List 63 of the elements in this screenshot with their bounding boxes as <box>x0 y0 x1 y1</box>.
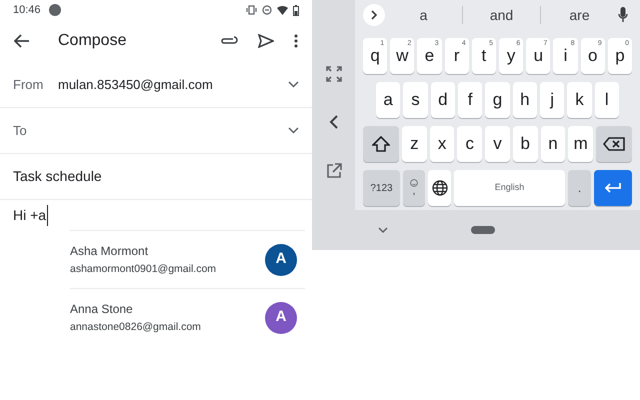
smiley-icon <box>410 179 418 187</box>
back-arrow-icon[interactable] <box>14 34 30 48</box>
chevron-down-icon[interactable] <box>378 226 388 234</box>
key[interactable]: d <box>430 82 455 118</box>
battery-icon <box>293 4 299 16</box>
key[interactable]: k <box>567 82 592 118</box>
paperclip-icon[interactable] <box>220 36 238 46</box>
shift-key[interactable] <box>363 126 399 162</box>
field-label: To <box>13 122 28 140</box>
avatar: A <box>265 302 297 334</box>
key[interactable]: j <box>540 82 564 118</box>
shift-arrow-icon <box>372 136 390 152</box>
key[interactable]: c <box>457 126 482 162</box>
word-suggestion[interactable]: are <box>569 4 590 26</box>
backspace-icon <box>603 137 626 151</box>
wifi-icon <box>277 6 288 14</box>
symbols-key[interactable]: ?123 <box>363 170 400 206</box>
subject-field[interactable]: Task schedule <box>13 166 102 187</box>
screen-title: Compose <box>58 31 126 51</box>
globe-icon <box>432 180 448 196</box>
key[interactable]: s <box>403 82 428 118</box>
clock-time: 10:46 <box>13 2 41 18</box>
send-icon[interactable] <box>258 34 274 48</box>
notification-icon <box>48 4 61 16</box>
more-options-icon[interactable] <box>294 34 298 48</box>
backspace-key[interactable] <box>596 126 632 162</box>
word-suggestion[interactable]: and <box>490 4 514 26</box>
contact-suggestion[interactable]: Anna Stone annastone0826@gmail.com A <box>70 288 305 346</box>
fullscreen-icon[interactable] <box>326 66 342 82</box>
chevron-right-icon <box>371 10 377 20</box>
vibrate-icon <box>246 5 257 15</box>
key[interactable]: b <box>512 126 538 162</box>
field-label: From <box>13 76 44 94</box>
popout-icon[interactable] <box>324 162 342 180</box>
word-suggestion[interactable]: a <box>420 4 428 26</box>
avatar: A <box>265 244 297 276</box>
microphone-icon[interactable] <box>618 7 628 23</box>
do-not-disturb-icon <box>262 5 272 15</box>
body-field[interactable]: Hi +a <box>13 204 48 226</box>
key[interactable]: v <box>485 126 510 162</box>
field-value[interactable]: mulan.853450@gmail.com <box>58 74 213 94</box>
enter-arrow-icon <box>605 183 621 193</box>
key[interactable]: l <box>594 82 619 118</box>
key[interactable]: a <box>376 82 400 118</box>
comma-label: , <box>412 187 416 197</box>
key[interactable]: x <box>430 126 454 162</box>
contact-suggestion[interactable]: Asha Mormont ashamormont0901@gmail.com A <box>70 230 305 288</box>
period-key[interactable]: . <box>568 170 591 206</box>
home-pill[interactable] <box>471 226 495 234</box>
chevron-left-icon[interactable] <box>328 114 340 130</box>
expand-button[interactable] <box>363 4 385 26</box>
dropdown-chevron-icon[interactable] <box>288 81 299 88</box>
key[interactable]: n <box>540 126 566 162</box>
key[interactable]: z <box>402 126 427 162</box>
enter-key[interactable] <box>594 170 632 206</box>
emoji-comma-key[interactable]: , <box>403 170 425 206</box>
space-key[interactable]: English <box>454 170 565 206</box>
key[interactable]: f <box>458 82 482 118</box>
key[interactable]: m <box>568 126 594 162</box>
key[interactable]: g <box>485 82 510 118</box>
globe-key[interactable] <box>428 170 451 206</box>
key[interactable]: h <box>512 82 537 118</box>
dropdown-chevron-icon[interactable] <box>288 127 299 134</box>
